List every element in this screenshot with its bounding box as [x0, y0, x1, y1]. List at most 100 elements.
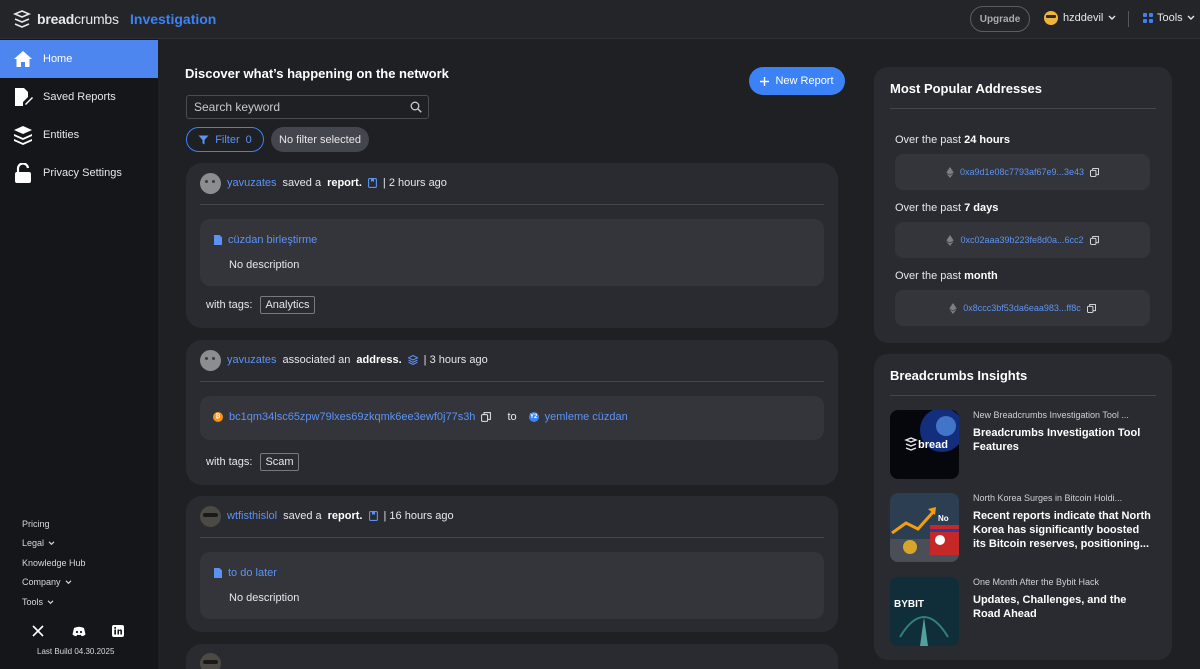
divider: [890, 108, 1156, 109]
period-label: Over the past month: [895, 270, 998, 282]
sidebar-item-label: Entities: [43, 129, 80, 141]
panel-title: Most Popular Addresses: [890, 81, 1042, 96]
copy-icon[interactable]: [1090, 167, 1099, 177]
address-association-row: ₿ bc1qm34lsc65zpw79lxes69zkqmk6ee3ewf0j7…: [213, 411, 628, 423]
activity-time: | 16 hours ago: [383, 510, 454, 522]
activity-verb: saved a: [283, 510, 322, 522]
entity-badge: Y2: [528, 412, 539, 422]
report-description: No description: [229, 259, 300, 271]
activity-user-link[interactable]: wtfisthislol: [227, 510, 277, 522]
plus-icon: [760, 76, 770, 86]
tags-row: with tags: Scam: [206, 453, 299, 471]
avatar[interactable]: [200, 172, 221, 194]
activity-object: report.: [327, 510, 363, 522]
report-description: No description: [229, 592, 300, 604]
layers-icon: [407, 355, 418, 365]
popular-address-item[interactable]: 0x8ccc3bf53da6eaa983...ff8c: [895, 290, 1150, 326]
document-icon: [214, 568, 222, 578]
footer-link-company[interactable]: Company: [22, 577, 72, 587]
user-menu[interactable]: hzddevil: [1044, 11, 1116, 25]
activity-header: yavuzates associated an address. | 3 hou…: [200, 349, 488, 371]
avatar[interactable]: [200, 505, 221, 527]
entity-link[interactable]: yemleme cüzdan: [545, 411, 628, 423]
sidebar-item-home[interactable]: Home: [0, 40, 158, 78]
copy-icon[interactable]: [1086, 303, 1096, 313]
top-bar: breadcrumbs Investigation Upgrade hzddev…: [0, 0, 1200, 39]
insight-thumbnail: No: [890, 493, 959, 562]
footer-link-legal[interactable]: Legal: [22, 538, 55, 548]
new-report-label: New Report: [775, 75, 834, 87]
chevron-down-icon: [47, 599, 54, 604]
search-icon[interactable]: [410, 101, 422, 113]
insight-kicker: One Month After the Bybit Hack: [973, 577, 1100, 587]
sidebar-item-privacy-settings[interactable]: Privacy Settings: [0, 154, 158, 192]
popular-address-item[interactable]: 0xa9d1e08c7793af67e9...3e43: [895, 154, 1150, 190]
insight-item[interactable]: No North Korea Surges in Bitcoin Holdi..…: [890, 493, 1160, 563]
report-link[interactable]: cüzdan birleştirme: [214, 234, 317, 246]
search-box: [186, 95, 429, 119]
address-link[interactable]: 0xc02aaa39b223fe8d0a...6cc2: [960, 235, 1083, 245]
divider: [200, 381, 824, 382]
sidebar-item-entities[interactable]: Entities: [0, 116, 158, 154]
ethereum-icon: [946, 234, 955, 246]
section-title: Investigation: [130, 11, 217, 27]
report-preview[interactable]: cüzdan birleştirme No description: [200, 219, 824, 286]
activity-header: [200, 652, 221, 669]
activity-verb: associated an: [282, 354, 351, 366]
address-link[interactable]: 0xa9d1e08c7793af67e9...3e43: [960, 167, 1084, 177]
chevron-down-icon: [1187, 15, 1195, 20]
period-label: Over the past 7 days: [895, 202, 999, 214]
insight-thumbnail: bread: [890, 410, 959, 479]
sidebar-item-saved-reports[interactable]: Saved Reports: [0, 78, 158, 116]
thumbnail-graphic: BYBIT: [890, 577, 959, 646]
saved-reports-icon: [12, 87, 33, 108]
address-association: ₿ bc1qm34lsc65zpw79lxes69zkqmk6ee3ewf0j7…: [200, 396, 824, 440]
filter-status-chip: No filter selected: [271, 127, 369, 152]
tools-menu[interactable]: Tools: [1143, 12, 1195, 24]
tags-label: with tags:: [206, 299, 253, 311]
report-link[interactable]: to do later: [214, 567, 277, 579]
tags-row: with tags: Analytics: [206, 296, 315, 314]
filter-button[interactable]: Filter 0: [186, 127, 264, 152]
address-link[interactable]: bc1qm34lsc65zpw79lxes69zkqmk6ee3ewf0j77s…: [229, 411, 475, 423]
filter-label: Filter: [215, 133, 240, 146]
activity-user-link[interactable]: yavuzates: [227, 177, 277, 189]
address-link[interactable]: 0x8ccc3bf53da6eaa983...ff8c: [963, 303, 1080, 313]
popular-address-item[interactable]: 0xc02aaa39b223fe8d0a...6cc2: [895, 222, 1150, 258]
copy-icon[interactable]: [1089, 235, 1099, 245]
report-preview[interactable]: to do later No description: [200, 552, 824, 619]
x-icon[interactable]: [31, 624, 45, 638]
tag-chip[interactable]: Scam: [260, 453, 299, 471]
activity-object: address.: [356, 354, 402, 366]
filter-count: 0: [245, 133, 252, 146]
footer-link-pricing[interactable]: Pricing: [22, 519, 50, 529]
sidebar-item-label: Home: [43, 53, 73, 65]
insight-headline: Recent reports indicate that North Korea…: [973, 510, 1151, 550]
breadcrumbs-logo[interactable]: breadcrumbs: [12, 9, 119, 29]
search-input[interactable]: [187, 96, 402, 118]
avatar[interactable]: [200, 652, 221, 669]
divider: [890, 395, 1156, 396]
insight-item[interactable]: bread New Breadcrumbs Investigation Tool…: [890, 410, 1160, 480]
new-report-button[interactable]: New Report: [749, 67, 845, 95]
activity-time: | 2 hours ago: [382, 177, 447, 189]
avatar[interactable]: [200, 349, 221, 371]
footer-link-tools[interactable]: Tools: [22, 597, 54, 607]
upgrade-button[interactable]: Upgrade: [970, 6, 1030, 32]
tag-chip[interactable]: Analytics: [260, 296, 315, 314]
copy-icon[interactable]: [481, 412, 492, 422]
activity-card: yavuzates associated an address. | 3 hou…: [186, 340, 838, 485]
activity-user-link[interactable]: yavuzates: [227, 354, 277, 366]
activity-card: yavuzates saved a report. | 2 hours ago …: [186, 163, 838, 328]
footer-link-knowledge-hub[interactable]: Knowledge Hub: [22, 558, 86, 568]
insights-panel: Breadcrumbs Insights bread New Breadcrum…: [874, 354, 1172, 660]
last-build-text: Last Build 04.30.2025: [37, 647, 115, 656]
insight-item[interactable]: BYBIT One Month After the Bybit Hack Upd…: [890, 577, 1160, 647]
discord-icon[interactable]: [72, 624, 86, 638]
chevron-down-icon: [1108, 15, 1116, 20]
logo-mark-icon: [12, 10, 32, 28]
chevron-down-icon: [65, 579, 71, 584]
linkedin-icon[interactable]: [111, 624, 125, 638]
sidebar: Home Saved Reports Entities Privacy Sett…: [0, 39, 158, 669]
sidebar-item-label: Saved Reports: [43, 91, 116, 103]
